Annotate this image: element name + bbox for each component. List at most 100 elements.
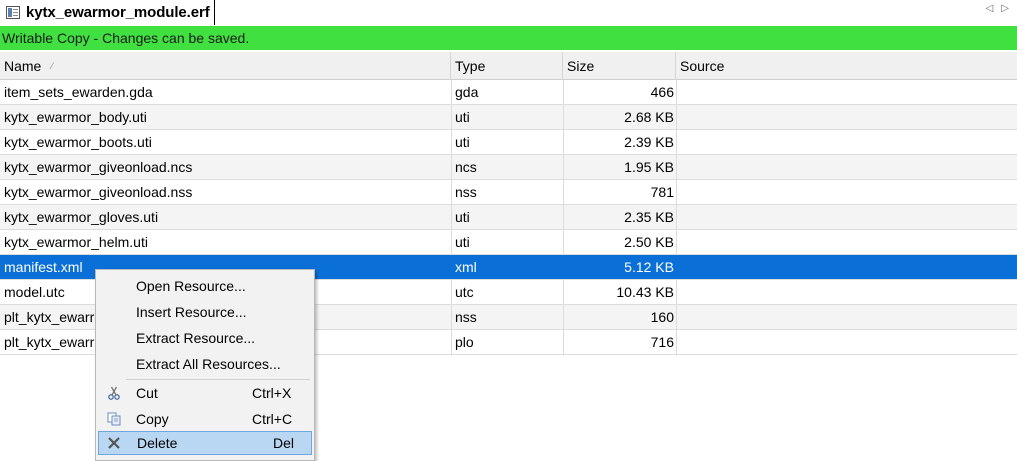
table-row[interactable]: kytx_ewarmor_boots.uti uti 2.39 KB <box>0 130 1017 155</box>
copy-icon <box>107 412 121 426</box>
column-divider <box>676 80 677 104</box>
cell-size: 1.95 KB <box>624 159 674 175</box>
column-divider <box>451 230 452 254</box>
menu-separator <box>126 379 310 380</box>
cell-name: kytx_ewarmor_giveonload.nss <box>4 184 193 200</box>
tab-erf-file[interactable]: kytx_ewarmor_module.erf <box>2 0 215 25</box>
cell-name: kytx_ewarmor_boots.uti <box>4 134 152 150</box>
column-divider <box>676 230 677 254</box>
cell-size: 781 <box>650 184 674 200</box>
menu-item-shortcut: Ctrl+X <box>252 385 292 401</box>
column-header-size-label: Size <box>567 58 595 74</box>
context-menu: Open Resource... Insert Resource... Extr… <box>95 269 315 461</box>
column-divider <box>563 205 564 229</box>
column-header-source[interactable]: Source <box>676 52 1017 80</box>
cell-type: ncs <box>455 159 477 175</box>
status-bar: Writable Copy - Changes can be saved. <box>0 26 1017 50</box>
column-divider <box>676 205 677 229</box>
cell-name: kytx_ewarmor_helm.uti <box>4 234 148 250</box>
menu-item-extract-resource[interactable]: Extract Resource... <box>98 326 312 350</box>
cell-size: 10.43 KB <box>616 284 674 300</box>
cell-type: uti <box>455 234 470 250</box>
menu-item-label: Copy <box>136 411 169 427</box>
menu-item-extract-all-resources[interactable]: Extract All Resources... <box>98 352 312 376</box>
cell-type: uti <box>455 109 470 125</box>
cell-size: 5.12 KB <box>624 259 674 275</box>
cell-name: item_sets_ewarden.gda <box>4 84 153 100</box>
column-divider <box>451 180 452 204</box>
cell-name: kytx_ewarmor_gloves.uti <box>4 209 159 225</box>
cell-type: plo <box>455 334 474 350</box>
menu-item-insert-resource[interactable]: Insert Resource... <box>98 300 312 324</box>
menu-item-copy[interactable]: Copy Ctrl+C <box>98 407 312 431</box>
column-header-name[interactable]: Name ⁄ <box>0 52 451 80</box>
table-row[interactable]: kytx_ewarmor_gloves.uti uti 2.35 KB <box>0 205 1017 230</box>
menu-item-open-resource[interactable]: Open Resource... <box>98 274 312 298</box>
column-divider <box>563 305 564 329</box>
cell-type: nss <box>455 184 477 200</box>
column-divider <box>563 130 564 154</box>
column-header-name-label: Name <box>4 58 42 74</box>
menu-item-label: Open Resource... <box>136 278 246 294</box>
table-header: Name ⁄ Type Size Source <box>0 52 1017 80</box>
column-divider <box>451 305 452 329</box>
cell-size: 716 <box>650 334 674 350</box>
menu-item-label: Cut <box>136 385 158 401</box>
cell-source <box>680 305 1010 329</box>
tab-bar: kytx_ewarmor_module.erf ◁ ▷ <box>0 0 1017 26</box>
column-divider <box>676 105 677 129</box>
status-text: Writable Copy - Changes can be saved. <box>2 30 250 46</box>
cell-size: 466 <box>650 84 674 100</box>
column-divider <box>676 280 677 304</box>
cell-source <box>680 105 1010 129</box>
tab-scroll-left-icon[interactable]: ◁ <box>986 3 994 14</box>
column-divider <box>563 105 564 129</box>
cell-size: 2.50 KB <box>624 234 674 250</box>
cell-type: utc <box>455 284 474 300</box>
cell-size: 2.35 KB <box>624 209 674 225</box>
column-divider <box>676 130 677 154</box>
cell-source <box>680 205 1010 229</box>
table-row[interactable]: kytx_ewarmor_helm.uti uti 2.50 KB <box>0 230 1017 255</box>
cell-size: 160 <box>650 309 674 325</box>
menu-item-label: Extract All Resources... <box>136 356 281 372</box>
menu-item-delete[interactable]: Delete Del <box>98 431 312 455</box>
cell-source <box>680 180 1010 204</box>
column-header-type-label: Type <box>455 58 486 74</box>
cell-source <box>680 80 1010 104</box>
tab-scroll-right-icon[interactable]: ▷ <box>1001 3 1009 14</box>
cell-type: uti <box>455 209 470 225</box>
menu-item-label: Extract Resource... <box>136 330 256 346</box>
column-divider <box>451 205 452 229</box>
column-divider <box>451 105 452 129</box>
menu-item-cut[interactable]: Cut Ctrl+X <box>98 381 312 405</box>
sort-ascending-icon: ⁄ <box>51 61 53 71</box>
cell-source <box>680 230 1010 254</box>
menu-item-label: Delete <box>137 435 178 451</box>
table-row[interactable]: kytx_ewarmor_body.uti uti 2.68 KB <box>0 105 1017 130</box>
cell-source <box>680 330 1010 354</box>
cell-name: kytx_ewarmor_body.uti <box>4 109 147 125</box>
column-divider <box>676 330 677 354</box>
column-divider <box>451 280 452 304</box>
column-divider <box>563 330 564 354</box>
column-divider <box>563 155 564 179</box>
column-divider <box>563 180 564 204</box>
cell-type: nss <box>455 309 477 325</box>
cell-source <box>680 155 1010 179</box>
document-icon <box>6 6 20 19</box>
table-row[interactable]: kytx_ewarmor_giveonload.nss nss 781 <box>0 180 1017 205</box>
menu-item-shortcut: Ctrl+C <box>252 411 293 427</box>
column-header-source-label: Source <box>680 58 725 74</box>
column-divider <box>563 280 564 304</box>
cell-size: 2.39 KB <box>624 134 674 150</box>
cell-name: kytx_ewarmor_giveonload.ncs <box>4 159 193 175</box>
tab-title: kytx_ewarmor_module.erf <box>26 4 210 21</box>
column-divider <box>451 130 452 154</box>
column-divider <box>451 80 452 104</box>
table-row[interactable]: item_sets_ewarden.gda gda 466 <box>0 80 1017 105</box>
column-header-type[interactable]: Type <box>451 52 563 80</box>
column-header-size[interactable]: Size <box>563 52 676 80</box>
table-row[interactable]: kytx_ewarmor_giveonload.ncs ncs 1.95 KB <box>0 155 1017 180</box>
column-divider <box>451 155 452 179</box>
